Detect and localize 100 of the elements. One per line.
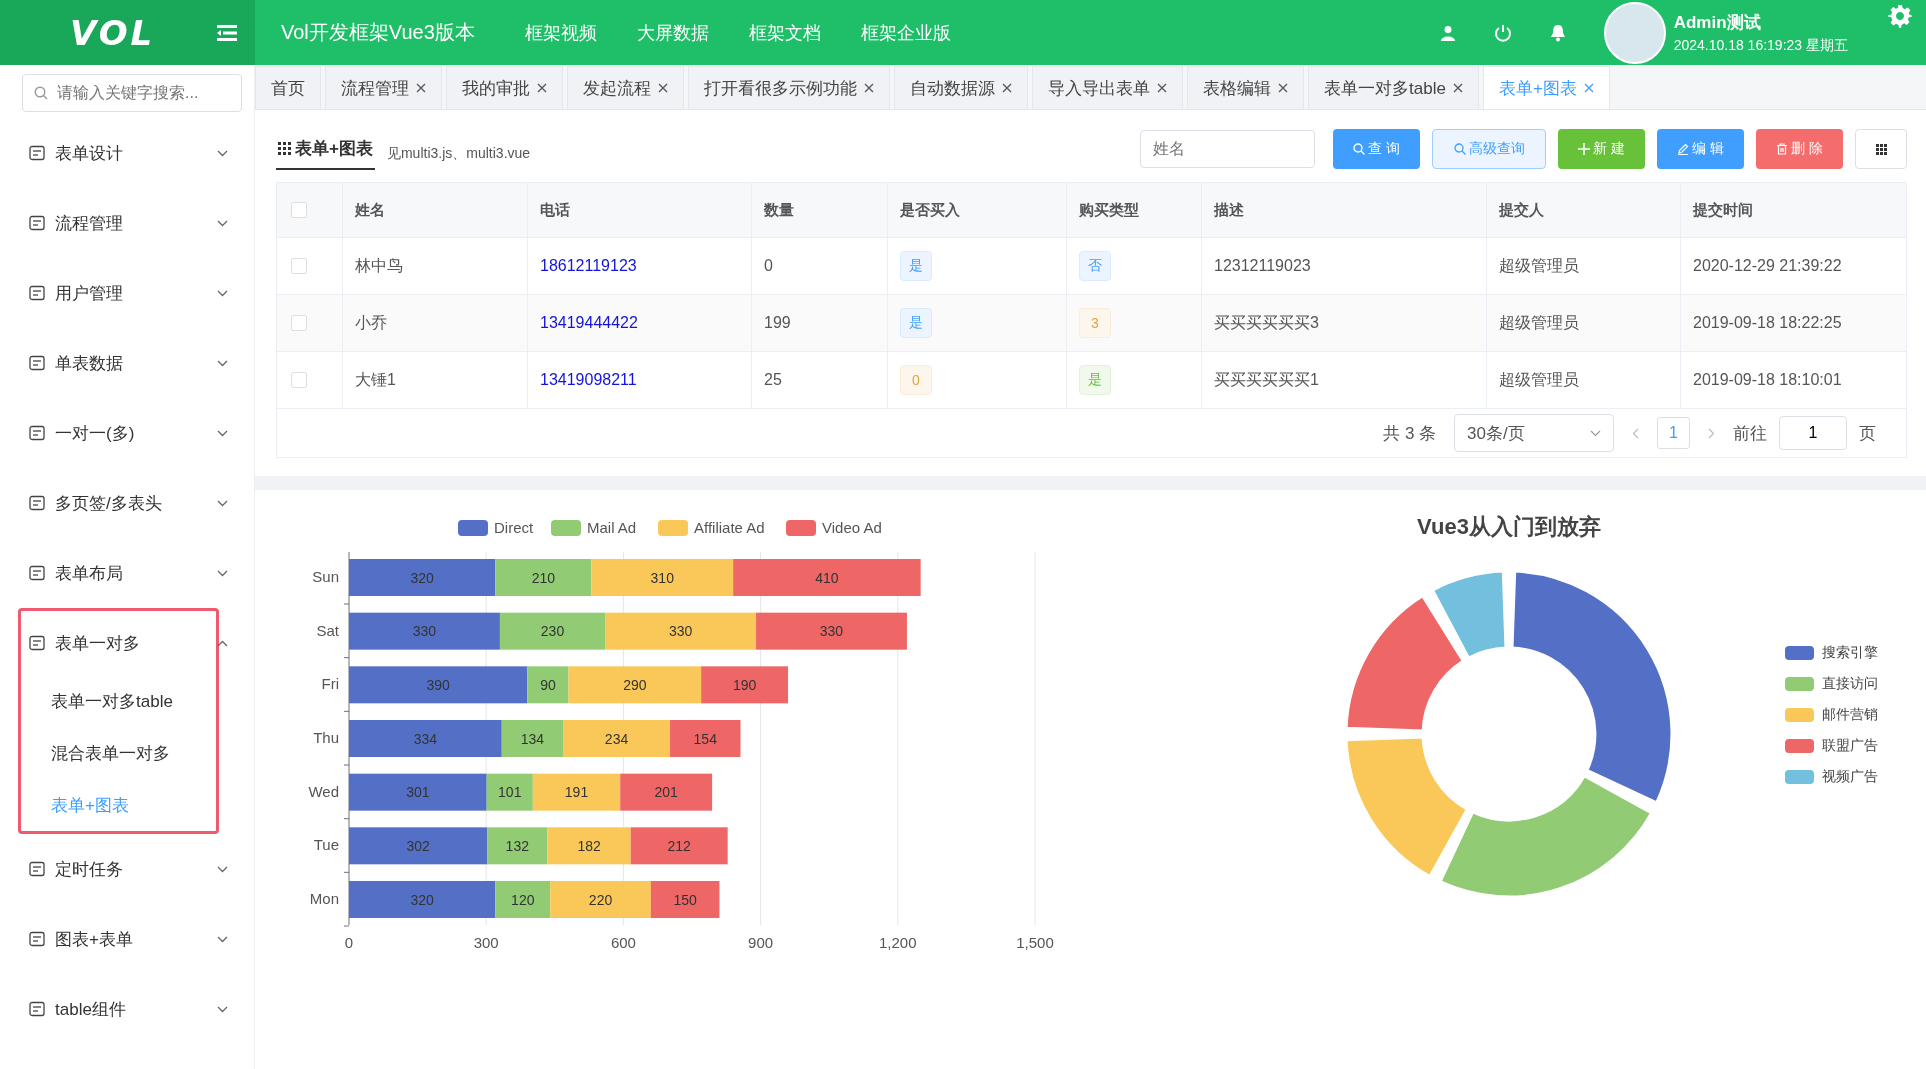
column-header: 姓名 [343,183,528,237]
data-label: 410 [815,569,839,586]
page-icon [29,355,45,371]
close-icon[interactable] [1278,83,1288,93]
sidebar-item[interactable]: 单表数据 [21,331,236,395]
column-header: 提交人 [1487,183,1681,237]
data-label: 132 [505,837,529,854]
legend-label[interactable]: 直接访问 [1822,675,1878,693]
menu-icon[interactable] [217,24,237,41]
legend-label[interactable]: 联盟广告 [1822,737,1878,755]
chevron-down-icon [217,569,228,577]
tab[interactable]: 发起流程 [567,66,684,109]
close-icon[interactable] [658,83,668,93]
name-field[interactable]: 姓名 [1140,130,1315,168]
row-checkbox[interactable] [291,372,307,388]
data-label: 234 [604,730,629,747]
axis-label: Mon [309,890,339,907]
table-cell-text: 2019-09-18 18:22:25 [1692,313,1843,333]
tab[interactable]: 打开看很多示例功能 [688,66,890,109]
table-cell: 超级管理员 [1487,352,1681,408]
legend-item[interactable]: Affiliate Ad [658,519,765,536]
close-icon[interactable] [1157,83,1167,93]
data-label: 120 [511,891,535,908]
legend-item[interactable]: Video Ad [786,519,882,536]
tab[interactable]: 导入导出表单 [1032,66,1183,109]
sidebar-item[interactable]: table组件 [21,977,236,1041]
legend-item[interactable]: Direct [458,519,534,536]
tab[interactable]: 表格编辑 [1187,66,1304,109]
sidebar-item[interactable]: 流程管理 [21,191,236,255]
column-header: 数量 [752,183,888,237]
row-checkbox[interactable] [291,315,307,331]
legend-label[interactable]: 搜索引擎 [1822,644,1878,662]
phone-link[interactable]: 18612119123 [528,238,752,294]
page-icon [29,215,45,231]
tab[interactable]: 表单一对多table [1308,66,1479,109]
data-label: 212 [667,837,691,854]
close-icon[interactable] [1452,83,1463,93]
axis-label: Sat [316,621,339,639]
chevron-down-icon [217,499,228,507]
sidebar-item[interactable]: 表单一对多 [21,611,236,675]
table-cell-text: 2020-12-29 21:39:22 [1692,256,1843,276]
previous-icon[interactable] [1632,427,1640,439]
sidebar-item[interactable]: 表单设计 [21,121,236,185]
plus-icon [1578,143,1591,155]
data-label: 134 [520,730,545,747]
table-cell: 超级管理员 [1487,238,1681,294]
bell-icon[interactable] [1549,23,1566,42]
phone-link[interactable]: 13419444422 [528,295,752,351]
sidebar-subitem[interactable]: 表单一对多table [21,675,216,727]
date-time: 2024.10.18 16:19:23 星期五 [1673,36,1848,55]
sidebar-item[interactable]: 表单布局 [21,541,236,605]
data-label: 190 [732,676,757,693]
column-header: 购买类型 [1067,183,1202,237]
legend-label[interactable]: 视频广告 [1822,768,1878,786]
data-label: 150 [673,891,697,908]
settings-icon[interactable] [1888,4,1912,28]
chevron-down-icon [217,429,228,437]
goto-label: 前往 [1733,422,1767,445]
legend-label: Direct [494,519,534,536]
chevron-down-icon [217,865,228,873]
sidebar-item[interactable]: 定时任务 [21,837,236,901]
close-icon[interactable] [416,83,426,93]
sidebar-subitem[interactable]: 混合表单一对多 [21,727,216,779]
page-size-select[interactable]: 30条/页 [1454,414,1615,452]
data-label: 310 [650,569,674,586]
tab[interactable]: 首页 [255,66,321,109]
tab[interactable]: 我的审批 [446,66,563,109]
data-label: 320 [410,569,434,586]
page-icon [29,931,45,947]
phone-link[interactable]: 13419098211 [528,352,752,408]
legend-label[interactable]: 邮件营销 [1822,706,1878,724]
axis-label: 1,200 [879,934,917,951]
page-icon [29,861,45,877]
page-field[interactable]: 1 [1779,416,1847,450]
sidebar-item[interactable]: 一对一(多) [21,401,236,465]
select-all-checkbox[interactable] [291,202,307,218]
legend-item[interactable]: Mail Ad [551,519,637,536]
axis-label: 900 [748,934,774,951]
next-icon[interactable] [1708,427,1715,439]
close-icon[interactable] [537,83,547,93]
user-icon[interactable] [1439,24,1456,41]
total-count: 共 3 条 [1383,422,1437,445]
close-icon[interactable] [1583,83,1594,93]
row-checkbox[interactable] [291,258,307,274]
close-icon[interactable] [864,83,874,93]
page-icon [29,145,45,161]
table-cell: 25 [752,352,888,408]
tab[interactable]: 流程管理 [325,66,442,109]
sidebar-item[interactable]: 图表+表单 [21,907,236,971]
power-icon[interactable] [1493,23,1512,42]
sidebar-item[interactable]: 用户管理 [21,261,236,325]
chevron-down-icon [217,1005,228,1013]
search-field[interactable]: 请输入关键字搜索... [22,74,242,112]
columns-button[interactable] [1855,129,1907,169]
close-icon[interactable] [1002,83,1012,93]
sidebar-item[interactable]: 多页签/多表头 [21,471,236,535]
axis-label: 300 [473,934,499,951]
column-header: 电话 [528,183,752,237]
data-label: 390 [426,676,450,693]
tab[interactable]: 自动数据源 [894,66,1028,109]
